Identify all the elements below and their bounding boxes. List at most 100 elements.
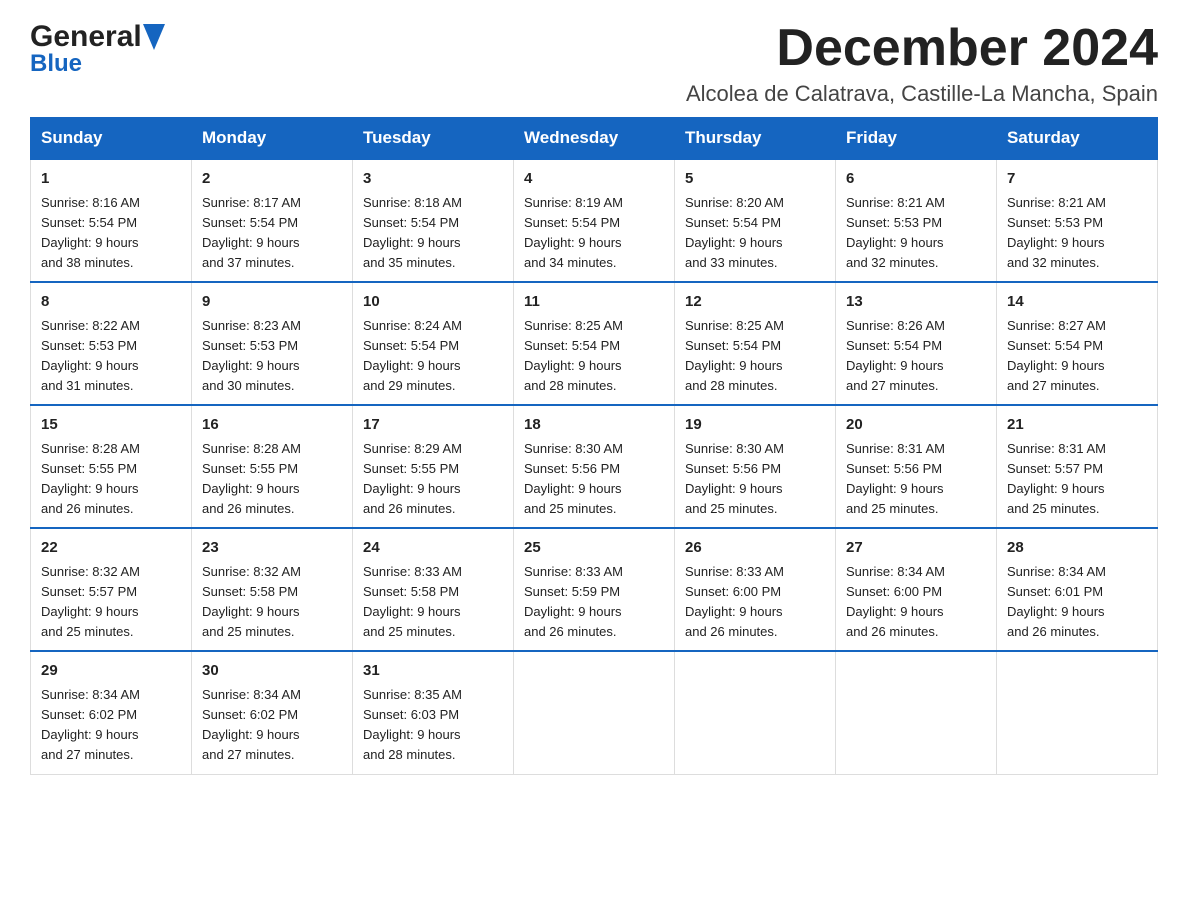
- calendar-header-wednesday: Wednesday: [514, 118, 675, 160]
- day-number: 28: [1007, 537, 1147, 560]
- calendar-day: 6Sunrise: 8:21 AMSunset: 5:53 PMDaylight…: [836, 159, 997, 282]
- calendar-day: 2Sunrise: 8:17 AMSunset: 5:54 PMDaylight…: [192, 159, 353, 282]
- calendar-day: [514, 651, 675, 774]
- calendar-week-4: 22 Sunrise: 8:32 AMSunset: 5:57 PMDayligh…: [31, 528, 1158, 651]
- day-number: 10: [363, 291, 503, 314]
- day-number: 25: [524, 537, 664, 560]
- calendar-day: 12Sunrise: 8:25 AMSunset: 5:54 PMDayligh…: [675, 282, 836, 405]
- day-info: Sunrise: 8:34 AMSunset: 6:01 PMDaylight:…: [1007, 564, 1106, 639]
- calendar-day: 26Sunrise: 8:33 AMSunset: 6:00 PMDayligh…: [675, 528, 836, 651]
- calendar-day: 13 Sunrise: 8:26 AMSunset: 5:54 PMDayligh…: [836, 282, 997, 405]
- calendar-week-2: 8 Sunrise: 8:22 AMSunset: 5:53 PMDaylight…: [31, 282, 1158, 405]
- day-info: Sunrise: 8:25 AMSunset: 5:54 PMDaylight:…: [685, 318, 784, 393]
- calendar-header-sunday: Sunday: [31, 118, 192, 160]
- day-info: Sunrise: 8:22 AMSunset: 5:53 PMDaylight:…: [41, 318, 140, 393]
- day-number: 15: [41, 414, 181, 437]
- calendar-day: 5 Sunrise: 8:20 AMSunset: 5:54 PMDaylight…: [675, 159, 836, 282]
- calendar-week-5: 29 Sunrise: 8:34 AMSunset: 6:02 PMDayligh…: [31, 651, 1158, 774]
- calendar-day: 11 Sunrise: 8:25 AMSunset: 5:54 PMDayligh…: [514, 282, 675, 405]
- day-number: 6: [846, 168, 986, 191]
- day-info: Sunrise: 8:31 AMSunset: 5:57 PMDaylight:…: [1007, 441, 1106, 516]
- calendar-day: 9Sunrise: 8:23 AMSunset: 5:53 PMDaylight…: [192, 282, 353, 405]
- day-number: 1: [41, 168, 181, 191]
- day-info: Sunrise: 8:20 AMSunset: 5:54 PMDaylight:…: [685, 195, 784, 270]
- calendar-day: 4 Sunrise: 8:19 AMSunset: 5:54 PMDaylight…: [514, 159, 675, 282]
- calendar-day: 29 Sunrise: 8:34 AMSunset: 6:02 PMDayligh…: [31, 651, 192, 774]
- calendar-day: 1 Sunrise: 8:16 AMSunset: 5:54 PMDaylight…: [31, 159, 192, 282]
- location-title: Alcolea de Calatrava, Castille-La Mancha…: [686, 81, 1158, 107]
- calendar-day: 20Sunrise: 8:31 AMSunset: 5:56 PMDayligh…: [836, 405, 997, 528]
- calendar-day: 14Sunrise: 8:27 AMSunset: 5:54 PMDayligh…: [997, 282, 1158, 405]
- day-info: Sunrise: 8:32 AMSunset: 5:58 PMDaylight:…: [202, 564, 301, 639]
- day-info: Sunrise: 8:33 AMSunset: 6:00 PMDaylight:…: [685, 564, 784, 639]
- day-info: Sunrise: 8:16 AMSunset: 5:54 PMDaylight:…: [41, 195, 140, 270]
- day-number: 9: [202, 291, 342, 314]
- day-number: 7: [1007, 168, 1147, 191]
- calendar-week-1: 1 Sunrise: 8:16 AMSunset: 5:54 PMDaylight…: [31, 159, 1158, 282]
- calendar-week-3: 15 Sunrise: 8:28 AMSunset: 5:55 PMDayligh…: [31, 405, 1158, 528]
- calendar-day: 16 Sunrise: 8:28 AMSunset: 5:55 PMDayligh…: [192, 405, 353, 528]
- calendar-day: [675, 651, 836, 774]
- calendar-day: 28 Sunrise: 8:34 AMSunset: 6:01 PMDayligh…: [997, 528, 1158, 651]
- calendar-header-thursday: Thursday: [675, 118, 836, 160]
- calendar-header-tuesday: Tuesday: [353, 118, 514, 160]
- calendar-day: 3 Sunrise: 8:18 AMSunset: 5:54 PMDaylight…: [353, 159, 514, 282]
- calendar-day: 30 Sunrise: 8:34 AMSunset: 6:02 PMDayligh…: [192, 651, 353, 774]
- day-number: 19: [685, 414, 825, 437]
- calendar-day: 24 Sunrise: 8:33 AMSunset: 5:58 PMDayligh…: [353, 528, 514, 651]
- day-info: Sunrise: 8:32 AMSunset: 5:57 PMDaylight:…: [41, 564, 140, 639]
- logo-area: General Blue: [30, 20, 167, 78]
- day-info: Sunrise: 8:34 AMSunset: 6:02 PMDaylight:…: [41, 687, 140, 762]
- day-number: 23: [202, 537, 342, 560]
- calendar-day: [997, 651, 1158, 774]
- day-number: 3: [363, 168, 503, 191]
- calendar-day: 31 Sunrise: 8:35 AMSunset: 6:03 PMDayligh…: [353, 651, 514, 774]
- day-number: 20: [846, 414, 986, 437]
- day-info: Sunrise: 8:28 AMSunset: 5:55 PMDaylight:…: [202, 441, 301, 516]
- day-info: Sunrise: 8:18 AMSunset: 5:54 PMDaylight:…: [363, 195, 462, 270]
- page-header: General Blue December 2024 Alcolea de Ca…: [30, 20, 1158, 107]
- day-number: 13: [846, 291, 986, 314]
- day-info: Sunrise: 8:29 AMSunset: 5:55 PMDaylight:…: [363, 441, 462, 516]
- day-number: 5: [685, 168, 825, 191]
- day-number: 4: [524, 168, 664, 191]
- day-number: 22: [41, 537, 181, 560]
- logo-general: General: [30, 20, 142, 54]
- day-info: Sunrise: 8:26 AMSunset: 5:54 PMDaylight:…: [846, 318, 945, 393]
- calendar-day: 25 Sunrise: 8:33 AMSunset: 5:59 PMDayligh…: [514, 528, 675, 651]
- day-number: 30: [202, 660, 342, 683]
- calendar-day: [836, 651, 997, 774]
- day-info: Sunrise: 8:24 AMSunset: 5:54 PMDaylight:…: [363, 318, 462, 393]
- day-info: Sunrise: 8:34 AMSunset: 6:02 PMDaylight:…: [202, 687, 301, 762]
- calendar-day: 7 Sunrise: 8:21 AMSunset: 5:53 PMDaylight…: [997, 159, 1158, 282]
- day-number: 16: [202, 414, 342, 437]
- day-number: 8: [41, 291, 181, 314]
- day-info: Sunrise: 8:33 AMSunset: 5:59 PMDaylight:…: [524, 564, 623, 639]
- day-info: Sunrise: 8:21 AMSunset: 5:53 PMDaylight:…: [1007, 195, 1106, 270]
- title-area: December 2024 Alcolea de Calatrava, Cast…: [686, 20, 1158, 107]
- day-info: Sunrise: 8:28 AMSunset: 5:55 PMDaylight:…: [41, 441, 140, 516]
- calendar-header-friday: Friday: [836, 118, 997, 160]
- day-number: 21: [1007, 414, 1147, 437]
- calendar-day: 27Sunrise: 8:34 AMSunset: 6:00 PMDayligh…: [836, 528, 997, 651]
- day-number: 31: [363, 660, 503, 683]
- day-info: Sunrise: 8:33 AMSunset: 5:58 PMDaylight:…: [363, 564, 462, 639]
- calendar-day: 15 Sunrise: 8:28 AMSunset: 5:55 PMDayligh…: [31, 405, 192, 528]
- calendar-day: 10 Sunrise: 8:24 AMSunset: 5:54 PMDayligh…: [353, 282, 514, 405]
- day-number: 2: [202, 168, 342, 191]
- logo: General: [30, 20, 167, 54]
- day-number: 17: [363, 414, 503, 437]
- day-number: 29: [41, 660, 181, 683]
- calendar-header-monday: Monday: [192, 118, 353, 160]
- calendar-header-row: SundayMondayTuesdayWednesdayThursdayFrid…: [31, 118, 1158, 160]
- calendar-day: 17 Sunrise: 8:29 AMSunset: 5:55 PMDayligh…: [353, 405, 514, 528]
- day-info: Sunrise: 8:35 AMSunset: 6:03 PMDaylight:…: [363, 687, 462, 762]
- logo-arrow-icon: [143, 24, 165, 50]
- day-number: 18: [524, 414, 664, 437]
- day-info: Sunrise: 8:19 AMSunset: 5:54 PMDaylight:…: [524, 195, 623, 270]
- day-number: 11: [524, 291, 664, 314]
- day-info: Sunrise: 8:25 AMSunset: 5:54 PMDaylight:…: [524, 318, 623, 393]
- calendar-day: 19Sunrise: 8:30 AMSunset: 5:56 PMDayligh…: [675, 405, 836, 528]
- day-number: 24: [363, 537, 503, 560]
- month-title: December 2024: [686, 20, 1158, 77]
